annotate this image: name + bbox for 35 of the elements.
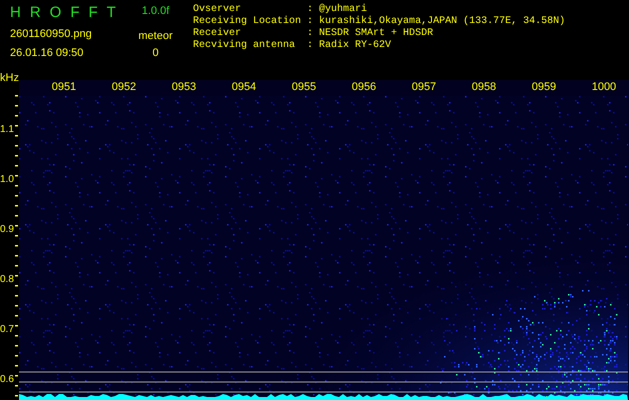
info-value: Radix RY-62V [319,40,392,52]
axis-label: 0.6 [0,373,14,387]
app-version: 1.0.0f [142,4,170,18]
counter-value: 0 [152,46,159,60]
info-label: Ovserver [193,4,242,16]
info-separator: : [307,40,314,52]
counter-label: meteor [138,29,173,43]
info-separator: : [307,4,314,16]
axis-label: 0957 [412,80,436,94]
axis-label: 0954 [232,80,256,94]
axis-unit: kHz [0,72,19,84]
info-value: kurashiki,Okayama,JAPAN (133.77E, 34.58N) [319,16,566,28]
axis-label: 0956 [352,80,376,94]
axis-label: 1.1 [0,123,14,137]
axis-label: 0.8 [0,273,14,287]
axis-label: 0951 [52,80,76,94]
axis-label: 1.0 [0,173,14,187]
axis-label: 0959 [532,80,556,94]
info-value: NESDR SMArt + HDSDR [319,28,434,40]
info-label: Recviving antenna [193,40,296,52]
axis-label: 1000 [592,80,616,94]
axis-label: 0955 [292,80,316,94]
info-separator: : [307,16,314,28]
axis-label: 0958 [472,80,496,94]
info-label: Receiving Location [193,16,302,28]
info-separator: : [307,28,314,40]
app-title: HROFFT [10,4,125,22]
axis-label: 0953 [172,80,196,94]
datetime: 26.01.16 09:50 [10,46,84,60]
info-label: Receiver [193,28,242,40]
filename: 2601160950.png [10,27,93,41]
info-value: @yuhmari [319,4,368,16]
axis-label: 0.9 [0,223,14,237]
axis-label: 0952 [112,80,136,94]
axis-label: 0.7 [0,323,14,337]
